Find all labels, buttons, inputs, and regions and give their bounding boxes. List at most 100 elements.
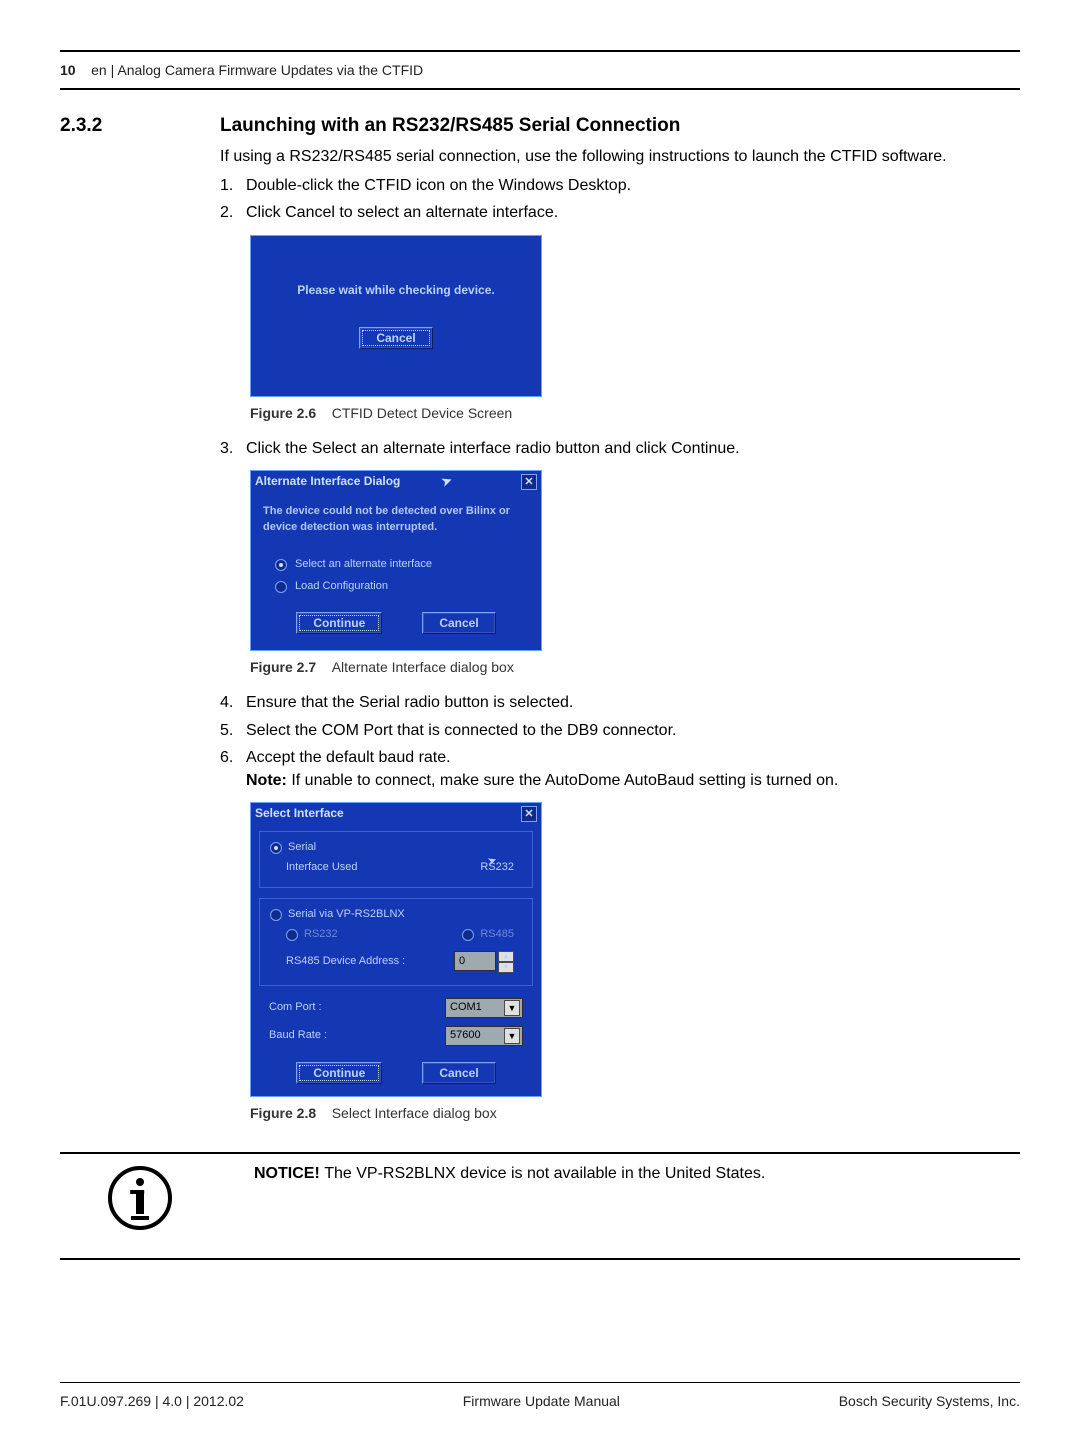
com-port-row: Com Port : COM1 ▼ (251, 996, 541, 1020)
step-5: Select the COM Port that is connected to… (246, 719, 1020, 742)
rs-options-row: RS232 RS485 (270, 923, 522, 947)
header-rule (60, 88, 1020, 90)
figure-2-6: Please wait while checking device. Cance… (250, 235, 1020, 423)
figure-2-6-caption: Figure 2.6 CTFID Detect Device Screen (250, 403, 1020, 423)
dialog-title: Alternate Interface Dialog (255, 473, 400, 490)
info-icon (108, 1166, 172, 1230)
baud-rate-select[interactable]: 57600 ▼ (445, 1026, 523, 1046)
note-text: If unable to connect, make sure the Auto… (287, 772, 838, 789)
step-1: Double-click the CTFID icon on the Windo… (246, 174, 1020, 197)
radio-rs232[interactable]: RS232 (286, 927, 338, 943)
step-6-line1: Accept the default baud rate. (246, 749, 451, 766)
continue-button[interactable]: Continue (296, 612, 382, 634)
steps-list-b: Click the Select an alternate interface … (220, 437, 1020, 460)
rs485-address-row: RS485 Device Address : 0 ▲▼ (270, 947, 522, 977)
rs232-label: RS232 (304, 927, 338, 943)
section-title: Launching with an RS232/RS485 Serial Con… (220, 114, 1020, 139)
cancel-button[interactable]: Cancel (359, 327, 432, 349)
step-2: Click Cancel to select an alternate inte… (246, 201, 1020, 224)
com-port-select[interactable]: COM1 ▼ (445, 998, 523, 1018)
main-column: Launching with an RS232/RS485 Serial Con… (220, 114, 1020, 1137)
figure-2-7-text: Alternate Interface dialog box (332, 659, 514, 675)
radio-label-serial-vp: Serial via VP-RS2BLNX (288, 907, 405, 923)
page-header: 10 en | Analog Camera Firmware Updates v… (60, 50, 1020, 90)
radio-icon (275, 559, 287, 571)
section-number: 2.3.2 (60, 114, 220, 1137)
dialog-button-row: Continue Cancel (251, 1048, 541, 1096)
dialog-button-row: Continue Cancel (263, 598, 529, 636)
cancel-button[interactable]: Cancel (422, 612, 495, 634)
notice-block: NOTICE! The VP-RS2BLNX device is not ava… (60, 1152, 1020, 1260)
radio-icon (270, 842, 282, 854)
close-icon[interactable]: ✕ (521, 806, 537, 822)
stepper-buttons[interactable]: ▲▼ (498, 951, 514, 973)
note-label: Note: (246, 772, 287, 789)
dialog-body: The device could not be detected over Bi… (251, 492, 541, 650)
steps-list-c: Ensure that the Serial radio button is s… (220, 691, 1020, 792)
step-4: Ensure that the Serial radio button is s… (246, 691, 1020, 714)
select-interface-dialog: Select Interface ✕ Serial Interface Used… (250, 802, 542, 1097)
ctfid-detect-panel: Please wait while checking device. Cance… (250, 235, 542, 397)
interface-used-row: Interface Used RS232 ➤ (270, 856, 522, 880)
header-trail: en | Analog Camera Firmware Updates via … (91, 62, 423, 78)
dialog-title-bar: Alternate Interface Dialog ➤ ✕ (251, 471, 541, 492)
figure-2-7: Alternate Interface Dialog ➤ ✕ The devic… (250, 470, 1020, 677)
notice-body: The VP-RS2BLNX device is not available i… (324, 1165, 765, 1182)
com-port-value: COM1 (450, 1000, 482, 1016)
alternate-interface-dialog: Alternate Interface Dialog ➤ ✕ The devic… (250, 470, 542, 651)
info-icon-holder (60, 1162, 220, 1230)
figure-2-8-caption: Figure 2.8 Select Interface dialog box (250, 1103, 1020, 1123)
radio-rs485[interactable]: RS485 (462, 927, 514, 943)
chevron-down-icon: ▼ (504, 1028, 520, 1044)
dialog-message: The device could not be detected over Bi… (263, 504, 529, 536)
page-number: 10 (60, 62, 76, 78)
radio-label-serial: Serial (288, 840, 316, 856)
notice-label: NOTICE! (254, 1165, 324, 1182)
header-line: 10 en | Analog Camera Firmware Updates v… (60, 50, 1020, 88)
serial-panel: Serial Interface Used RS232 ➤ (259, 831, 533, 889)
com-port-label: Com Port : (269, 1000, 322, 1016)
rs485-addr-label: RS485 Device Address : (286, 954, 405, 970)
figure-2-8-text: Select Interface dialog box (332, 1105, 497, 1121)
figure-2-8-label: Figure 2.8 (250, 1105, 316, 1121)
cancel-button[interactable]: Cancel (422, 1062, 495, 1084)
interface-used-label: Interface Used (286, 860, 358, 876)
radio-serial-vp[interactable]: Serial via VP-RS2BLNX (270, 907, 522, 923)
radio-load-configuration[interactable]: Load Configuration (263, 576, 529, 598)
radio-label-load-config: Load Configuration (295, 579, 388, 595)
header-text (79, 62, 91, 78)
continue-button[interactable]: Continue (296, 1062, 382, 1084)
radio-label-alternate: Select an alternate interface (295, 557, 432, 573)
footer-left: F.01U.097.269 | 4.0 | 2012.02 (60, 1391, 244, 1411)
radio-select-alternate[interactable]: Select an alternate interface (263, 554, 529, 576)
footer-center: Firmware Update Manual (463, 1391, 620, 1411)
chevron-down-icon: ▼ (504, 1000, 520, 1016)
baud-rate-value: 57600 (450, 1028, 481, 1044)
figure-2-7-caption: Figure 2.7 Alternate Interface dialog bo… (250, 657, 1020, 677)
page-footer: F.01U.097.269 | 4.0 | 2012.02 Firmware U… (60, 1382, 1020, 1411)
radio-serial[interactable]: Serial (270, 840, 522, 856)
rs485-address-value: 0 (454, 951, 496, 971)
close-icon[interactable]: ✕ (521, 474, 537, 490)
step-6: Accept the default baud rate. Note: If u… (246, 746, 1020, 792)
rs485-label: RS485 (480, 927, 514, 943)
content: 2.3.2 Launching with an RS232/RS485 Seri… (60, 114, 1020, 1137)
dialog-title-bar: Select Interface ✕ (251, 803, 541, 824)
dialog-title: Select Interface (255, 805, 344, 822)
cursor-icon: ➤ (440, 472, 455, 492)
detect-message: Please wait while checking device. (297, 282, 494, 299)
baud-rate-label: Baud Rate : (269, 1028, 327, 1044)
figure-2-6-text: CTFID Detect Device Screen (332, 405, 513, 421)
notice-text: NOTICE! The VP-RS2BLNX device is not ava… (254, 1162, 1020, 1185)
footer-right: Bosch Security Systems, Inc. (839, 1391, 1020, 1411)
figure-2-7-label: Figure 2.7 (250, 659, 316, 675)
radio-icon (462, 929, 474, 941)
baud-rate-row: Baud Rate : 57600 ▼ (251, 1020, 541, 1048)
serial-vp-panel: Serial via VP-RS2BLNX RS232 RS485 (259, 898, 533, 986)
radio-icon (275, 581, 287, 593)
radio-icon (286, 929, 298, 941)
steps-list-a: Double-click the CTFID icon on the Windo… (220, 174, 1020, 224)
rs485-address-stepper[interactable]: 0 ▲▼ (454, 951, 514, 973)
step-3: Click the Select an alternate interface … (246, 437, 1020, 460)
radio-icon (270, 909, 282, 921)
